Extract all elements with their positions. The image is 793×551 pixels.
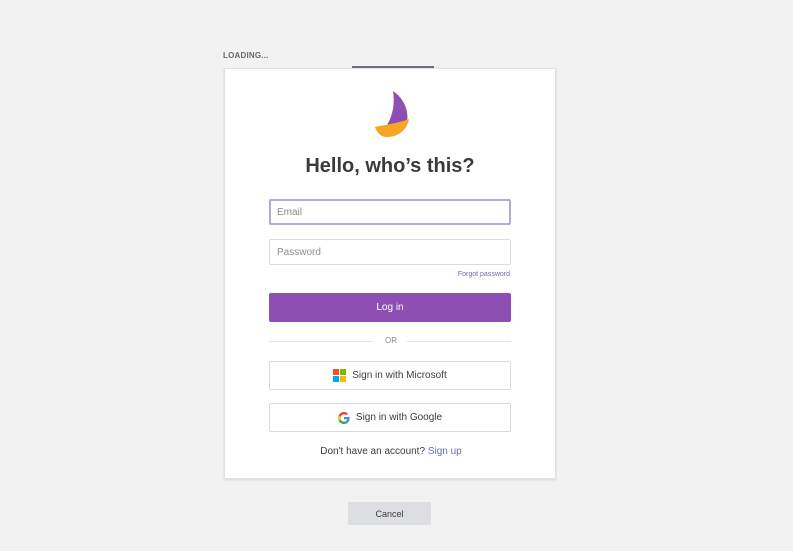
sailboat-logo-icon (375, 91, 409, 137)
google-signin-label: Sign in with Google (355, 412, 443, 423)
microsoft-signin-label: Sign in with Microsoft (352, 370, 447, 381)
no-account-text: Don't have an account? (320, 446, 426, 457)
google-signin-button[interactable]: Sign in with Google (269, 403, 511, 432)
cancel-button[interactable]: Cancel (348, 502, 431, 525)
login-button[interactable]: Log in (269, 293, 511, 322)
loading-label: LOADING... (223, 51, 269, 60)
signup-row: Don't have an account? Sign up (225, 446, 557, 457)
page-title: Hello, who’s this? (305, 155, 475, 177)
microsoft-icon (333, 369, 347, 382)
microsoft-signin-button[interactable]: Sign in with Microsoft (269, 361, 511, 390)
divider-right (407, 341, 511, 342)
google-icon (337, 411, 350, 424)
password-field[interactable] (269, 239, 511, 265)
email-field[interactable] (269, 199, 511, 225)
login-card: Hello, who’s this? Forgot password Log i… (224, 68, 556, 479)
forgot-password-link[interactable]: Forgot password (458, 271, 510, 278)
signup-link[interactable]: Sign up (428, 446, 462, 457)
